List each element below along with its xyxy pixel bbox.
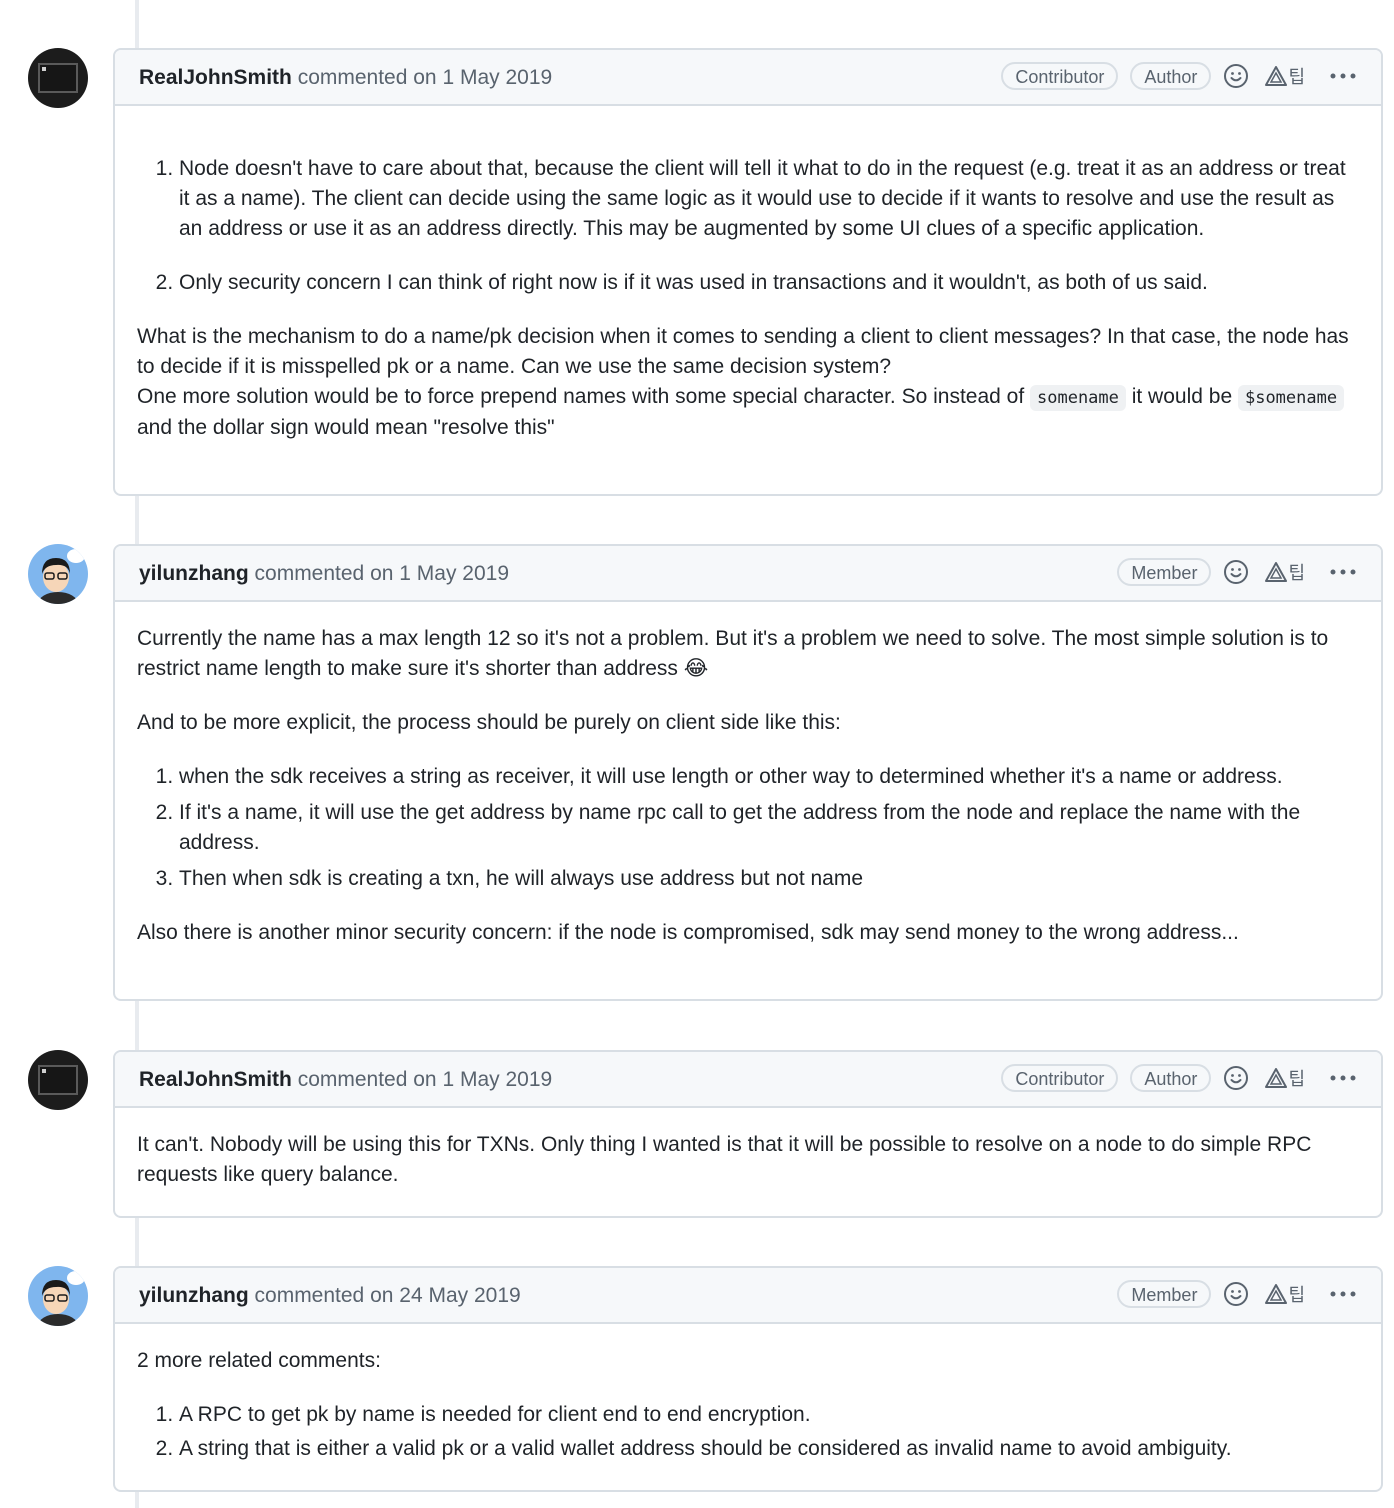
comment-header: yilunzhang commented on 24 May 2019 Memb…	[115, 1268, 1381, 1324]
comment-paragraph: 2 more related comments:	[137, 1349, 381, 1372]
ordered-list: A RPC to get pk by name is needed for cl…	[137, 1400, 1359, 1464]
comment-body: 2 more related comments: A RPC to get pk…	[115, 1324, 1381, 1488]
comment-meta[interactable]: commented on 1 May 2019	[298, 66, 552, 89]
ordered-list: Node doesn't have to care about that, be…	[137, 154, 1359, 298]
smiley-icon[interactable]	[1223, 63, 1249, 89]
author-badge: Author	[1130, 62, 1212, 90]
comment-box: RealJohnSmith commented on 1 May 2019 Co…	[113, 1050, 1383, 1218]
terminal-avatar-icon	[38, 1065, 78, 1095]
inline-code: somename	[1030, 385, 1126, 411]
comment-header-text: RealJohnSmith commented on 1 May 2019	[139, 66, 552, 90]
terminal-avatar-icon	[38, 63, 78, 93]
paragraph-text: and the dollar sign would mean "resolve …	[137, 416, 555, 439]
paragraph-text: One more solution would be to force prep…	[137, 385, 1030, 408]
comment-actions: Contributor Author 팁	[1001, 1064, 1357, 1092]
comment-body: It can't. Nobody will be using this for …	[115, 1108, 1381, 1214]
comment-actions: Member 팁	[1117, 558, 1357, 586]
member-badge: Member	[1117, 558, 1212, 586]
comment-paragraph: And to be more explicit, the process sho…	[137, 711, 841, 734]
kebab-horizontal-icon[interactable]	[1329, 1290, 1357, 1298]
author-link[interactable]: RealJohnSmith	[139, 1068, 292, 1091]
comment-paragraph: Currently the name has a max length 12 s…	[137, 624, 1359, 684]
inline-code: $somename	[1237, 385, 1345, 411]
list-item: Only security concern I can think of rig…	[179, 268, 1359, 298]
translate-icon[interactable]: 팁	[1265, 1065, 1305, 1091]
translate-icon[interactable]: 팁	[1265, 1281, 1305, 1307]
comment-header-text: yilunzhang commented on 24 May 2019	[139, 1284, 521, 1308]
comment-box: yilunzhang commented on 24 May 2019 Memb…	[113, 1266, 1383, 1492]
comment-meta[interactable]: commented on 1 May 2019	[255, 562, 509, 585]
contributor-badge: Contributor	[1001, 1064, 1119, 1092]
avatar[interactable]	[28, 544, 88, 604]
member-badge: Member	[1117, 1280, 1212, 1308]
comment-paragraph: Also there is another minor security con…	[137, 921, 1239, 944]
translate-icon[interactable]: 팁	[1265, 559, 1305, 585]
smiley-icon[interactable]	[1223, 559, 1249, 585]
comment-header-text: RealJohnSmith commented on 1 May 2019	[139, 1068, 552, 1092]
comment-header: RealJohnSmith commented on 1 May 2019 Co…	[115, 50, 1381, 106]
comment-body: Node doesn't have to care about that, be…	[115, 106, 1381, 467]
paragraph-text: What is the mechanism to do a name/pk de…	[137, 325, 1349, 378]
list-item: If it's a name, it will use the get addr…	[179, 798, 1359, 858]
kebab-horizontal-icon[interactable]	[1329, 72, 1357, 80]
paragraph-text: Currently the name has a max length 12 s…	[137, 627, 1329, 680]
comment-header: yilunzhang commented on 1 May 2019 Membe…	[115, 546, 1381, 602]
author-link[interactable]: RealJohnSmith	[139, 66, 292, 89]
cartoon-avatar-icon	[38, 549, 85, 604]
translate-icon[interactable]: 팁	[1265, 63, 1305, 89]
avatar[interactable]	[28, 1050, 88, 1110]
comment-header: RealJohnSmith commented on 1 May 2019 Co…	[115, 1052, 1381, 1108]
comment-actions: Member 팁	[1117, 1280, 1357, 1308]
comment-meta[interactable]: commented on 24 May 2019	[255, 1284, 521, 1307]
smiley-icon[interactable]	[1223, 1281, 1249, 1307]
list-item: A string that is either a valid pk or a …	[179, 1434, 1359, 1464]
ordered-list: when the sdk receives a string as receiv…	[137, 762, 1359, 894]
comment-box: yilunzhang commented on 1 May 2019 Membe…	[113, 544, 1383, 1001]
avatar[interactable]	[28, 48, 88, 108]
joy-emoji-icon: 😂	[683, 657, 709, 680]
translate-glyph: 팁	[1288, 1069, 1305, 1089]
comment-paragraph: It can't. Nobody will be using this for …	[137, 1133, 1312, 1186]
comment-actions: Contributor Author 팁	[1001, 62, 1357, 90]
comment-meta[interactable]: commented on 1 May 2019	[298, 1068, 552, 1091]
list-item: Then when sdk is creating a txn, he will…	[179, 864, 1359, 894]
kebab-horizontal-icon[interactable]	[1329, 568, 1357, 576]
avatar[interactable]	[28, 1266, 88, 1326]
author-link[interactable]: yilunzhang	[139, 562, 249, 585]
paragraph-text: it would be	[1125, 385, 1238, 408]
cartoon-avatar-icon	[38, 1271, 85, 1326]
kebab-horizontal-icon[interactable]	[1329, 1074, 1357, 1082]
list-item: Node doesn't have to care about that, be…	[179, 154, 1359, 244]
translate-glyph: 팁	[1288, 1285, 1305, 1305]
comment-header-text: yilunzhang commented on 1 May 2019	[139, 562, 509, 586]
comment-body: Currently the name has a max length 12 s…	[115, 602, 1381, 972]
list-item: A RPC to get pk by name is needed for cl…	[179, 1400, 1359, 1430]
author-badge: Author	[1130, 1064, 1212, 1092]
comment-box: RealJohnSmith commented on 1 May 2019 Co…	[113, 48, 1383, 496]
contributor-badge: Contributor	[1001, 62, 1119, 90]
translate-glyph: 팁	[1288, 67, 1305, 87]
smiley-icon[interactable]	[1223, 1065, 1249, 1091]
list-item: when the sdk receives a string as receiv…	[179, 762, 1359, 792]
comment-paragraph: What is the mechanism to do a name/pk de…	[137, 322, 1359, 443]
translate-glyph: 팁	[1288, 563, 1305, 583]
author-link[interactable]: yilunzhang	[139, 1284, 249, 1307]
